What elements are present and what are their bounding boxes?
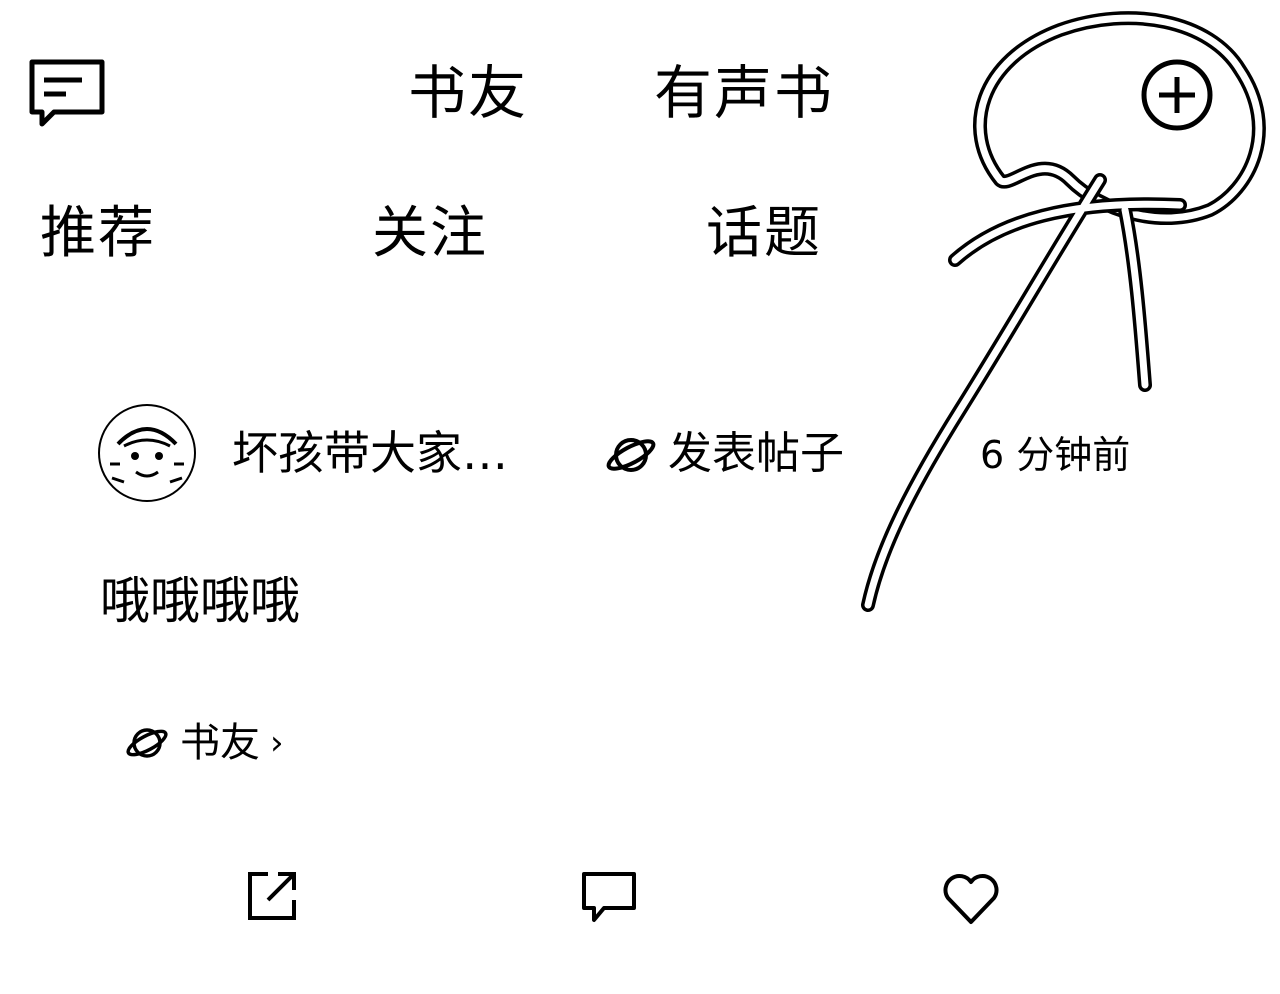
chevron-right-icon: ›: [270, 723, 284, 763]
avatar-image: [103, 409, 191, 497]
share-icon[interactable]: [244, 868, 300, 924]
subtab-follow[interactable]: 关注: [372, 206, 488, 262]
post-body-text[interactable]: 哦哦哦哦: [100, 576, 300, 626]
heart-icon[interactable]: [940, 870, 1002, 926]
subtab-topics[interactable]: 话题: [706, 206, 822, 262]
planet-icon: [604, 432, 658, 478]
author-name[interactable]: 坏孩带大家…: [232, 430, 508, 476]
post-action-text: 发表帖子: [668, 428, 844, 479]
comment-icon[interactable]: [580, 870, 638, 924]
subtab-recommend[interactable]: 推荐: [40, 206, 156, 262]
planet-icon: [124, 723, 170, 763]
message-icon[interactable]: [28, 58, 106, 128]
avatar[interactable]: [98, 404, 196, 502]
top-tab-book-friends[interactable]: 书友: [408, 64, 528, 122]
post-time: 6 分钟前: [980, 433, 1131, 477]
top-tab-audiobook[interactable]: 有声书: [654, 64, 834, 122]
scribble-overlay: [861, 11, 1266, 612]
plus-circle-icon[interactable]: [1140, 58, 1214, 132]
group-link[interactable]: 书友 ›: [124, 718, 284, 768]
group-name: 书友: [180, 720, 260, 766]
